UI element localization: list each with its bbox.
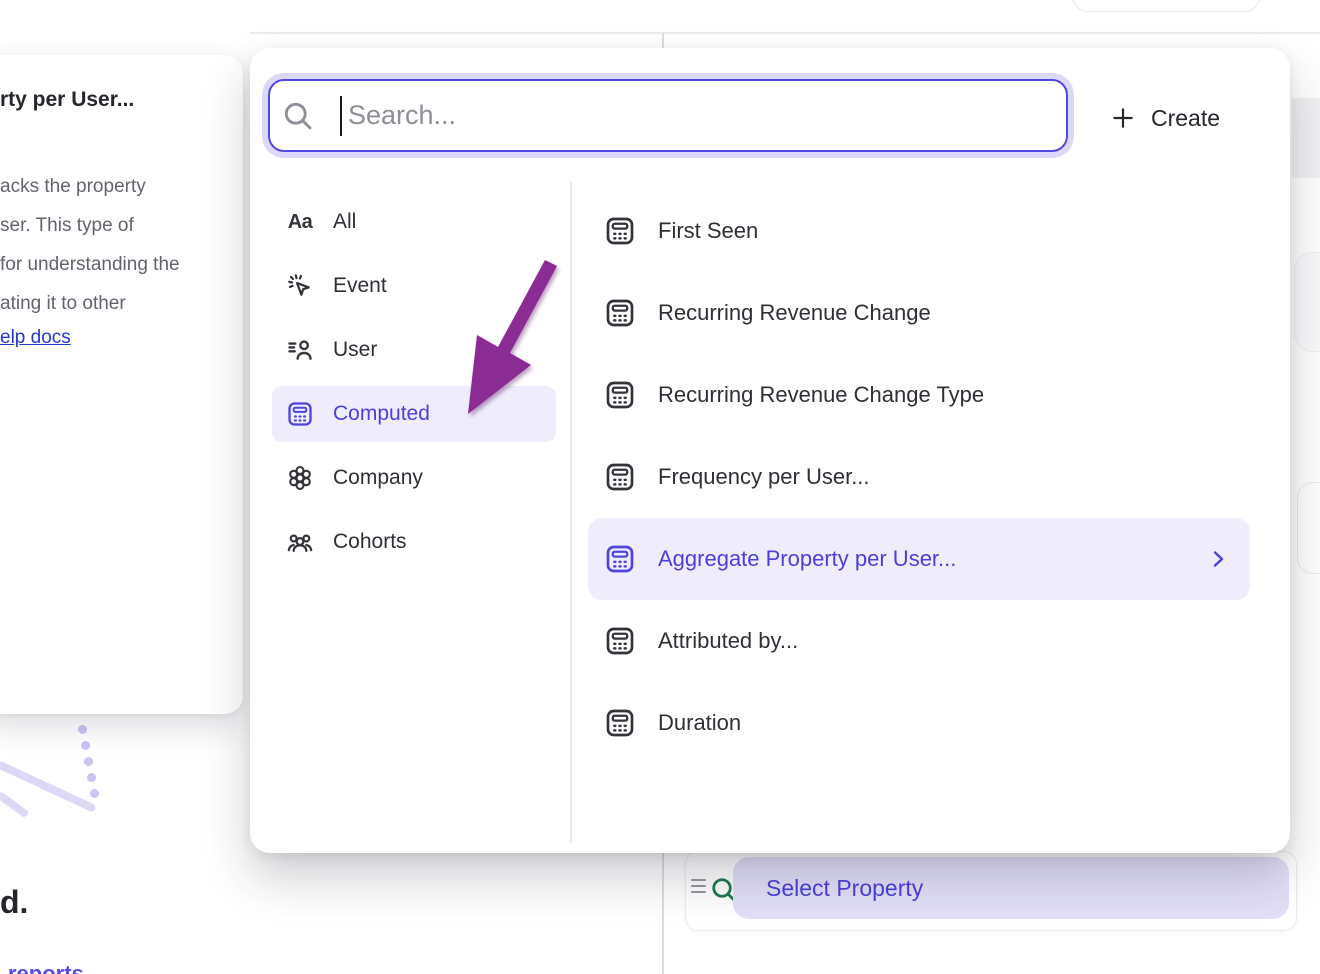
background-card-edge: [1297, 482, 1320, 574]
chevron-right-icon: [1206, 547, 1230, 571]
clipped-heading-fragment: d.: [0, 884, 28, 921]
tooltip-body: acks the property ser. This type of for …: [0, 167, 180, 323]
aa-icon: Aa: [286, 208, 314, 236]
calculator-icon: [604, 297, 636, 329]
property-picker-panel: Create Aa All Event User Computed Company…: [250, 48, 1290, 853]
background-divider-line: [250, 32, 1320, 34]
help-docs-link[interactable]: elp docs: [0, 327, 71, 349]
category-label: Company: [333, 466, 423, 490]
create-button-label: Create: [1151, 105, 1220, 132]
category-label: Computed: [333, 402, 430, 426]
calculator-icon: [604, 543, 636, 575]
background-panel-edge: [1292, 98, 1320, 178]
category-company[interactable]: Company: [272, 450, 556, 506]
tooltip-body-line: ating it to other: [0, 284, 180, 323]
category-cohorts[interactable]: Cohorts: [272, 514, 556, 570]
background-button-remnant: [1072, 0, 1260, 12]
select-property-button[interactable]: Select Property: [733, 857, 1289, 919]
property-label: Aggregate Property per User...: [658, 546, 956, 572]
drag-handle-icon[interactable]: [691, 879, 707, 893]
property-attributed-by[interactable]: Attributed by...: [588, 600, 1250, 682]
clipped-link-fragment[interactable]: reports: [8, 961, 84, 974]
calculator-icon: [604, 379, 636, 411]
property-label: Recurring Revenue Change: [658, 300, 931, 326]
property-list: First Seen Recurring Revenue Change Recu…: [588, 190, 1250, 764]
property-recurring-revenue-change-type[interactable]: Recurring Revenue Change Type: [588, 354, 1250, 436]
category-label: Cohorts: [333, 530, 407, 554]
create-button[interactable]: Create: [1110, 98, 1220, 138]
calculator-icon: [604, 215, 636, 247]
property-label: First Seen: [658, 218, 758, 244]
property-label: Attributed by...: [658, 628, 798, 654]
decorative-line: [0, 791, 29, 819]
tooltip-title: rty per User...: [0, 88, 134, 112]
decorative-dot: [81, 741, 90, 750]
category-label: Event: [333, 274, 387, 298]
tooltip-body-line: acks the property: [0, 167, 180, 206]
property-duration[interactable]: Duration: [588, 682, 1250, 764]
company-icon: [286, 464, 314, 492]
select-property-label: Select Property: [766, 875, 923, 902]
decorative-dot: [78, 725, 87, 734]
category-label: All: [333, 210, 356, 234]
background-column-divider-bottom: [662, 853, 664, 974]
calculator-icon: [604, 707, 636, 739]
decorative-dot: [87, 773, 96, 782]
calculator-icon: [604, 625, 636, 657]
property-first-seen[interactable]: First Seen: [588, 190, 1250, 272]
app-background: rty per User... acks the property ser. T…: [0, 0, 1320, 974]
calculator-icon: [604, 461, 636, 493]
property-help-tooltip: rty per User... acks the property ser. T…: [0, 55, 243, 714]
property-label: Frequency per User...: [658, 464, 870, 490]
decorative-dot: [84, 757, 93, 766]
property-aggregate-property-per-user[interactable]: Aggregate Property per User...: [588, 518, 1250, 600]
user-list-icon: [286, 336, 314, 364]
cursor-click-icon: [286, 272, 314, 300]
cohorts-icon: [286, 528, 314, 556]
property-frequency-per-user[interactable]: Frequency per User...: [588, 436, 1250, 518]
tooltip-body-line: for understanding the: [0, 245, 180, 284]
category-computed[interactable]: Computed: [272, 386, 556, 442]
search-input[interactable]: [268, 79, 1068, 152]
property-label: Recurring Revenue Change Type: [658, 382, 984, 408]
category-sidebar: Aa All Event User Computed Company Cohort…: [272, 194, 556, 578]
text-cursor: [340, 96, 342, 136]
background-card-edge: [1294, 252, 1320, 352]
property-recurring-revenue-change[interactable]: Recurring Revenue Change: [588, 272, 1250, 354]
calculator-icon: [286, 400, 314, 428]
category-label: User: [333, 338, 377, 362]
category-all[interactable]: Aa All: [272, 194, 556, 250]
decorative-dot: [90, 789, 99, 798]
property-label: Duration: [658, 710, 741, 736]
panel-divider: [570, 182, 572, 843]
category-event[interactable]: Event: [272, 258, 556, 314]
tooltip-body-line: ser. This type of: [0, 206, 180, 245]
category-user[interactable]: User: [272, 322, 556, 378]
plus-icon: [1110, 105, 1136, 131]
property-row-card: Select Property: [685, 851, 1297, 931]
